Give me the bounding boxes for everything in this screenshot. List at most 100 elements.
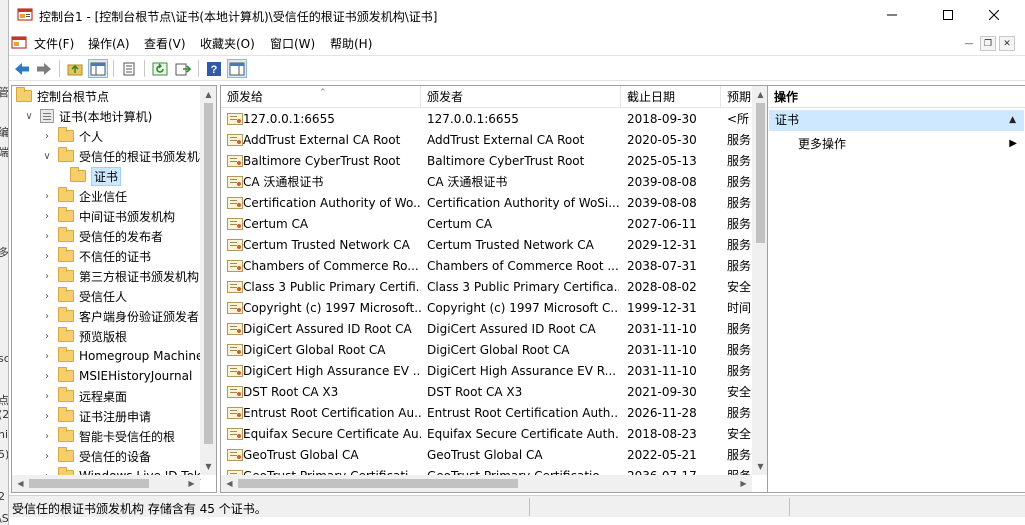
- up-one-level-button[interactable]: [65, 59, 85, 78]
- menu-favorites[interactable]: 收藏夹(O): [200, 35, 255, 52]
- tree-item[interactable]: › 中间证书颁发机构: [41, 206, 175, 226]
- minimize-button[interactable]: [869, 0, 915, 30]
- column-expiration-date[interactable]: 截止日期: [621, 86, 721, 108]
- export-list-button[interactable]: [173, 59, 193, 78]
- scroll-right-icon[interactable]: ▶: [183, 475, 200, 492]
- certificate-row[interactable]: DigiCert High Assurance EV ... DigiCert H…: [221, 361, 753, 382]
- chevron-right-icon[interactable]: ›: [41, 431, 53, 442]
- tree-item[interactable]: › 企业信任: [41, 186, 127, 206]
- chevron-right-icon[interactable]: ›: [41, 451, 53, 462]
- cell-expiration-date: 2031-11-10: [627, 364, 697, 378]
- chevron-right-icon[interactable]: ›: [41, 371, 53, 382]
- certificate-row[interactable]: Copyright (c) 1997 Microsoft... Copyright…: [221, 298, 753, 319]
- certificate-row[interactable]: DST Root CA X3 DST Root CA X3 2021-09-30 安全: [221, 382, 753, 403]
- tree-item[interactable]: › 受信任人: [41, 286, 127, 306]
- certificate-row[interactable]: AddTrust External CA Root AddTrust Extern…: [221, 130, 753, 151]
- scroll-left-icon[interactable]: ◀: [221, 475, 238, 492]
- chevron-right-icon[interactable]: ›: [41, 271, 53, 282]
- folder-icon: [58, 307, 74, 322]
- chevron-right-icon[interactable]: ›: [41, 351, 53, 362]
- tree-item[interactable]: › 个人: [41, 126, 103, 146]
- tree-item[interactable]: › Homegroup Machine: [41, 346, 203, 366]
- certificate-row[interactable]: Entrust Root Certification Au... Entrust …: [221, 403, 753, 424]
- chevron-right-icon[interactable]: ›: [41, 411, 53, 422]
- certificate-row[interactable]: Class 3 Public Primary Certifi... Class 3…: [221, 277, 753, 298]
- tree-item[interactable]: › 受信任的发布者: [41, 226, 163, 246]
- tree-vertical-scrollbar[interactable]: ▲ ▼: [200, 86, 216, 475]
- tree-label: Homegroup Machine: [79, 349, 204, 363]
- tree-item[interactable]: › 远程桌面: [41, 386, 127, 406]
- child-restore-button[interactable]: ❐: [980, 36, 996, 51]
- certificate-icon: [227, 449, 243, 461]
- certificate-row[interactable]: Certum Trusted Network CA Certum Trusted …: [221, 235, 753, 256]
- scroll-thumb[interactable]: [238, 479, 518, 488]
- more-actions-item[interactable]: 更多操作: [798, 134, 846, 154]
- tree-item[interactable]: › 客户端身份验证颁发者: [41, 306, 199, 326]
- scroll-thumb[interactable]: [756, 103, 765, 243]
- list-horizontal-scrollbar[interactable]: ◀ ▶: [221, 475, 752, 492]
- certificate-row[interactable]: Chambers of Commerce Ro... Chambers of Co…: [221, 256, 753, 277]
- scroll-left-icon[interactable]: ◀: [12, 475, 29, 492]
- chevron-right-icon[interactable]: ›: [41, 291, 53, 302]
- column-issued-to[interactable]: 颁发给 ⌃: [221, 86, 421, 108]
- back-button[interactable]: [12, 59, 32, 78]
- actions-section-certificates[interactable]: 证书 ▲: [769, 110, 1024, 131]
- scroll-down-icon[interactable]: ▼: [200, 458, 216, 475]
- menu-file[interactable]: 文件(F): [34, 35, 74, 52]
- certificate-row[interactable]: Certification Authority of Wo... Certific…: [221, 193, 753, 214]
- close-button[interactable]: [971, 0, 1017, 30]
- chevron-right-icon[interactable]: ›: [41, 311, 53, 322]
- chevron-right-icon[interactable]: ›: [41, 231, 53, 242]
- certificate-row[interactable]: CA 沃通根证书 CA 沃通根证书 2039-08-08 服务: [221, 172, 753, 193]
- forward-button[interactable]: [34, 59, 54, 78]
- copy-button[interactable]: [119, 59, 139, 78]
- scroll-thumb[interactable]: [29, 479, 149, 488]
- tree-horizontal-scrollbar[interactable]: ◀ ▶: [12, 475, 200, 492]
- chevron-right-icon[interactable]: ›: [41, 251, 53, 262]
- column-issued-by[interactable]: 颁发者: [421, 86, 621, 108]
- tree-item[interactable]: › 受信任的设备: [41, 446, 151, 466]
- tree-item[interactable]: › 预览版根: [41, 326, 127, 346]
- tree-item[interactable]: ∨ 受信任的根证书颁发机构: [41, 146, 211, 166]
- menu-window[interactable]: 窗口(W): [270, 35, 315, 52]
- tree-item[interactable]: › 第三方根证书颁发机构: [41, 266, 199, 286]
- chevron-right-icon[interactable]: ›: [41, 331, 53, 342]
- tree-item[interactable]: › 证书注册申请: [41, 406, 151, 426]
- tree-item[interactable]: › 不信任的证书: [41, 246, 151, 266]
- menu-view[interactable]: 查看(V): [144, 35, 186, 52]
- chevron-right-icon[interactable]: ›: [41, 391, 53, 402]
- chevron-right-icon[interactable]: ›: [41, 131, 53, 142]
- tree-item[interactable]: › MSIEHistoryJournal: [41, 366, 192, 386]
- title-bar[interactable]: 控制台1 - [控制台根节点\证书(本地计算机)\受信任的根证书颁发机构\证书]: [9, 0, 1025, 32]
- tree-root[interactable]: 控制台根节点: [16, 86, 109, 106]
- certificate-row[interactable]: DigiCert Global Root CA DigiCert Global R…: [221, 340, 753, 361]
- certificate-row[interactable]: GeoTrust Global CA GeoTrust Global CA 2022…: [221, 445, 753, 466]
- help-button[interactable]: ?: [204, 59, 224, 78]
- child-minimize-button[interactable]: —: [961, 36, 977, 51]
- collapse-caret-icon[interactable]: ▲: [1009, 110, 1016, 131]
- certificate-row[interactable]: DigiCert Assured ID Root CA DigiCert Assu…: [221, 319, 753, 340]
- submenu-arrow-icon[interactable]: ▶: [1009, 134, 1017, 154]
- scroll-right-icon[interactable]: ▶: [735, 475, 752, 492]
- chevron-right-icon[interactable]: ›: [41, 191, 53, 202]
- child-close-button[interactable]: ✕: [999, 36, 1015, 51]
- chevron-right-icon[interactable]: ›: [41, 211, 53, 222]
- show-hide-tree-button[interactable]: [88, 59, 108, 78]
- chevron-down-icon[interactable]: ∨: [23, 111, 35, 122]
- menu-help[interactable]: 帮助(H): [330, 35, 372, 52]
- maximize-button[interactable]: [925, 0, 971, 30]
- refresh-button[interactable]: [150, 59, 170, 78]
- menu-action[interactable]: 操作(A): [88, 35, 130, 52]
- certificate-row[interactable]: Equifax Secure Certificate Au... Equifax …: [221, 424, 753, 445]
- tree-item[interactable]: › 智能卡受信任的根: [41, 426, 175, 446]
- scroll-up-icon[interactable]: ▲: [200, 86, 216, 103]
- tree-store[interactable]: ∨ 证书(本地计算机): [23, 106, 152, 126]
- chevron-down-icon[interactable]: ∨: [41, 151, 53, 162]
- scroll-thumb[interactable]: [204, 103, 213, 444]
- certificate-row[interactable]: Baltimore CyberTrust Root Baltimore Cyber…: [221, 151, 753, 172]
- certificate-row[interactable]: Certum CA Certum CA 2027-06-11 服务: [221, 214, 753, 235]
- child-window-icon[interactable]: [11, 35, 27, 51]
- certificate-row[interactable]: 127.0.0.1:6655 127.0.0.1:6655 2018-09-30 <所: [221, 109, 753, 130]
- tree-item[interactable]: 证书: [70, 166, 122, 186]
- show-hide-action-pane-button[interactable]: [227, 59, 247, 78]
